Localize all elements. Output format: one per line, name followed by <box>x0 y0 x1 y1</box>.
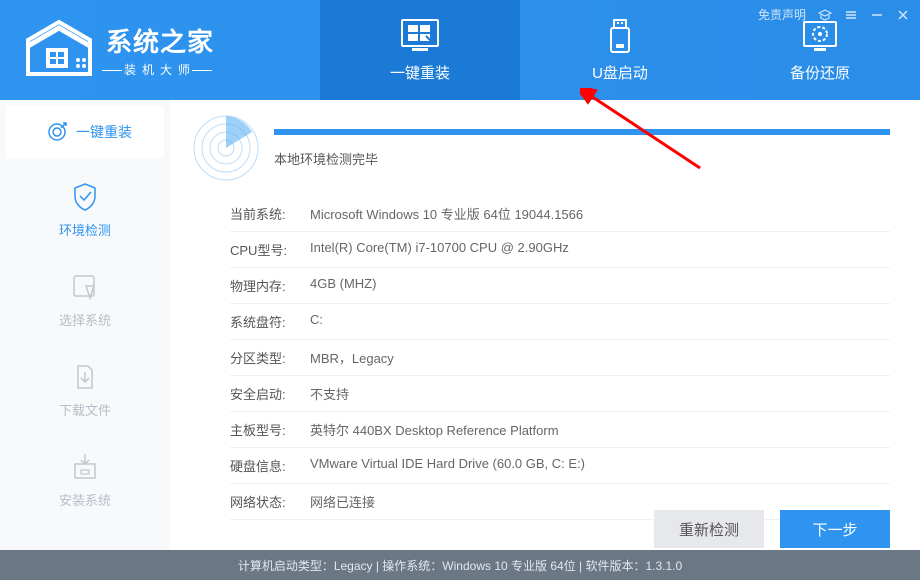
info-label: 硬盘信息: <box>230 456 310 475</box>
progress-bar <box>274 129 890 135</box>
info-row: 分区类型:MBR，Legacy <box>230 340 890 376</box>
info-row: 物理内存:4GB (MHZ) <box>230 268 890 304</box>
sidebar: 一键重装 环境检测 选择系统 下载文件 安装系统 <box>0 100 170 550</box>
tab-label: 备份还原 <box>790 62 850 83</box>
info-value: MBR，Legacy <box>310 348 890 367</box>
app-title: 系统之家 <box>106 22 214 59</box>
info-row: 当前系统:Microsoft Windows 10 专业版 64位 19044.… <box>230 196 890 232</box>
tab-label: 一键重装 <box>390 62 450 83</box>
app-logo-icon <box>20 18 98 82</box>
sidebar-item-label: 下载文件 <box>59 400 111 419</box>
tab-usb-boot[interactable]: U盘启动 <box>520 0 720 100</box>
body: 一键重装 环境检测 选择系统 下载文件 安装系统 <box>0 100 920 550</box>
sidebar-item-label: 一键重装 <box>76 122 132 142</box>
sidebar-item-env-check[interactable]: 环境检测 <box>0 164 170 254</box>
info-row: 硬盘信息:VMware Virtual IDE Hard Drive (60.0… <box>230 448 890 484</box>
scan-status: 本地环境检测完毕 <box>274 149 890 168</box>
info-label: 物理内存: <box>230 276 310 295</box>
download-icon <box>68 360 102 394</box>
info-value: 网络已连接 <box>310 492 890 511</box>
sidebar-item-install[interactable]: 安装系统 <box>0 434 170 524</box>
info-label: 网络状态: <box>230 492 310 511</box>
close-icon[interactable] <box>896 8 910 22</box>
usb-icon <box>598 18 642 54</box>
sidebar-item-reinstall[interactable]: 一键重装 <box>6 106 164 158</box>
recheck-button[interactable]: 重新检测 <box>654 510 764 548</box>
next-button[interactable]: 下一步 <box>780 510 890 548</box>
windows-reinstall-icon <box>398 18 442 54</box>
info-label: 分区类型: <box>230 348 310 367</box>
info-label: 系统盘符: <box>230 312 310 331</box>
install-icon <box>68 450 102 484</box>
info-row: 系统盘符:C: <box>230 304 890 340</box>
progress-col: 本地环境检测完毕 <box>274 129 890 168</box>
info-value: Intel(R) Core(TM) i7-10700 CPU @ 2.90GHz <box>310 240 890 259</box>
info-label: 主板型号: <box>230 420 310 439</box>
disclaimer-link[interactable]: 免责声明 <box>758 6 806 23</box>
sidebar-item-label: 安装系统 <box>59 490 111 509</box>
info-value: C: <box>310 312 890 331</box>
info-value: 不支持 <box>310 384 890 403</box>
info-label: 安全启动: <box>230 384 310 403</box>
app-subtitle: 装机大师 <box>106 61 214 78</box>
minimize-icon[interactable] <box>870 8 884 22</box>
target-icon <box>46 121 68 143</box>
info-value: Microsoft Windows 10 专业版 64位 19044.1566 <box>310 204 890 223</box>
main-panel: 本地环境检测完毕 当前系统:Microsoft Windows 10 专业版 6… <box>170 100 920 550</box>
info-row: CPU型号:Intel(R) Core(TM) i7-10700 CPU @ 2… <box>230 232 890 268</box>
radar-icon <box>190 112 262 184</box>
sidebar-item-select-system[interactable]: 选择系统 <box>0 254 170 344</box>
tab-reinstall[interactable]: 一键重装 <box>320 0 520 100</box>
shield-check-icon <box>68 180 102 214</box>
info-label: CPU型号: <box>230 240 310 259</box>
info-list: 当前系统:Microsoft Windows 10 专业版 64位 19044.… <box>190 196 890 520</box>
graduation-icon[interactable] <box>818 8 832 22</box>
info-row: 主板型号:英特尔 440BX Desktop Reference Platfor… <box>230 412 890 448</box>
sidebar-item-download[interactable]: 下载文件 <box>0 344 170 434</box>
action-buttons: 重新检测 下一步 <box>654 510 890 548</box>
window-controls: 免责声明 <box>758 6 910 23</box>
sidebar-item-label: 选择系统 <box>59 310 111 329</box>
select-icon <box>68 270 102 304</box>
menu-icon[interactable] <box>844 8 858 22</box>
logo-area: 系统之家 装机大师 <box>0 0 320 100</box>
scan-row: 本地环境检测完毕 <box>190 112 890 184</box>
tab-label: U盘启动 <box>592 62 648 83</box>
header: 系统之家 装机大师 一键重装 U盘启动 备份还原 免责声明 <box>0 0 920 100</box>
footer: 计算机启动类型：Legacy | 操作系统：Windows 10 专业版 64位… <box>0 550 920 580</box>
info-value: 英特尔 440BX Desktop Reference Platform <box>310 420 890 439</box>
sidebar-item-label: 环境检测 <box>59 220 111 239</box>
footer-text: 计算机启动类型：Legacy | 操作系统：Windows 10 专业版 64位… <box>238 557 682 574</box>
info-row: 安全启动:不支持 <box>230 376 890 412</box>
info-value: 4GB (MHZ) <box>310 276 890 295</box>
info-label: 当前系统: <box>230 204 310 223</box>
info-value: VMware Virtual IDE Hard Drive (60.0 GB, … <box>310 456 890 475</box>
logo-text: 系统之家 装机大师 <box>106 22 214 78</box>
